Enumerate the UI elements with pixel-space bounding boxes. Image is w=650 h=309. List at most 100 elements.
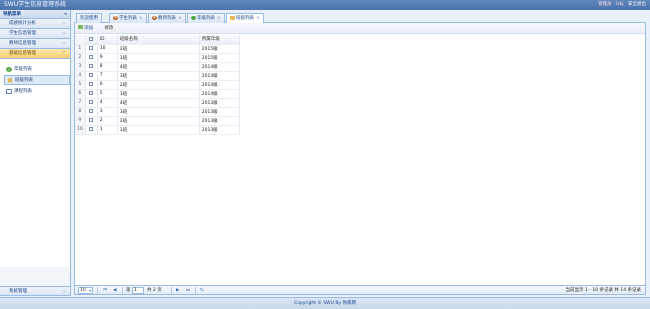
checkbox[interactable]: [89, 99, 94, 104]
close-icon[interactable]: ×: [178, 16, 182, 21]
row-number: 2: [75, 53, 86, 63]
close-icon[interactable]: ×: [256, 16, 260, 21]
row-checkbox[interactable]: [85, 62, 98, 72]
row-checkbox[interactable]: [85, 107, 98, 117]
checkbox[interactable]: [89, 45, 94, 50]
row-number: 4: [75, 71, 86, 81]
grid-toolbar: 添加 修改: [75, 23, 645, 34]
row-number: 7: [75, 98, 86, 108]
refresh-icon[interactable]: ↻: [200, 287, 204, 295]
add-button[interactable]: 添加: [78, 25, 93, 31]
select-all-checkbox[interactable]: [85, 35, 98, 45]
sidebar-section-basic[interactable]: 基础信息管理 ⌃: [0, 49, 70, 59]
column-header-id[interactable]: ID: [97, 35, 118, 45]
close-icon[interactable]: ×: [139, 16, 143, 21]
house-icon: [7, 77, 13, 83]
tab-teacher-list[interactable]: 教师列表 ×: [148, 13, 186, 23]
tab-welcome[interactable]: 欢迎使用: [76, 13, 102, 23]
column-header-grade[interactable]: 所属年级: [199, 35, 240, 45]
green-circle-icon: [191, 15, 196, 20]
next-page-icon[interactable]: ▶: [176, 287, 179, 295]
cell-class-name: 4班: [117, 62, 200, 72]
row-checkbox[interactable]: [85, 71, 98, 81]
sidebar-item-grade-list[interactable]: 年级列表: [4, 64, 70, 74]
collapse-sidebar-icon[interactable]: «: [64, 10, 67, 19]
cell-id: 3: [97, 107, 118, 117]
cell-grade: 2014级: [199, 62, 240, 72]
cell-grade: 2013级: [199, 116, 240, 126]
checkbox[interactable]: [89, 126, 94, 131]
cell-id: 10: [97, 44, 118, 54]
row-checkbox[interactable]: [85, 53, 98, 63]
edit-button[interactable]: 修改: [104, 26, 113, 31]
cell-id: 5: [97, 89, 118, 99]
cell-grade: 2015级: [199, 53, 240, 63]
sidebar-tree: 年级列表 班级列表 课程列表: [0, 59, 70, 267]
sidebar-item-class-list[interactable]: 班级列表: [4, 75, 70, 85]
sidebar-item-course-list[interactable]: 课程列表: [4, 86, 70, 96]
cell-id: 2: [97, 116, 118, 126]
row-number-header: [75, 35, 86, 45]
table-row[interactable]: 4 7 3班 2014级: [75, 71, 240, 81]
row-number: 6: [75, 89, 86, 99]
checkbox[interactable]: [89, 117, 94, 122]
page-number-input[interactable]: 1: [132, 287, 144, 294]
add-icon: [78, 25, 83, 29]
table-row[interactable]: 5 6 2班 2014级: [75, 80, 240, 90]
divider: [122, 287, 123, 294]
top-bar: SWU学生信息管理系统 管理员 lzkj 安全退出: [0, 0, 650, 10]
row-number: 8: [75, 107, 86, 117]
sidebar-section-score[interactable]: 成绩统计分析 ⌵: [0, 19, 70, 29]
row-checkbox[interactable]: [85, 80, 98, 90]
table-row[interactable]: 1 10 2班 2015级: [75, 44, 240, 54]
tab-grade-list[interactable]: 年级列表 ×: [187, 13, 225, 23]
checkbox[interactable]: [89, 81, 94, 86]
user-icon: [152, 15, 157, 20]
tab-student-list[interactable]: 学生列表 ×: [109, 13, 147, 23]
row-checkbox[interactable]: [85, 44, 98, 54]
cell-id: 1: [97, 125, 118, 135]
close-icon[interactable]: ×: [217, 16, 221, 21]
checkbox[interactable]: [89, 63, 94, 68]
cell-class-name: 1班: [117, 53, 200, 63]
sidebar-section-teacher[interactable]: 教师信息管理 ⌵: [0, 39, 70, 49]
table-row[interactable]: 8 3 3班 2013级: [75, 107, 240, 117]
row-checkbox[interactable]: [85, 89, 98, 99]
table-row[interactable]: 7 4 4班 2013级: [75, 98, 240, 108]
logout-link[interactable]: 安全退出: [628, 2, 646, 7]
page-prefix: 第: [126, 288, 131, 293]
table-row[interactable]: 9 2 2班 2013级: [75, 116, 240, 126]
last-page-icon[interactable]: ⏭: [186, 287, 190, 295]
checkbox[interactable]: [89, 90, 94, 95]
checkbox[interactable]: [89, 54, 94, 59]
divider: [195, 287, 196, 294]
sidebar-section-student[interactable]: 学生信息管理 ⌵: [0, 29, 70, 39]
cell-id: 8: [97, 62, 118, 72]
column-header-class-name[interactable]: 班级名称: [117, 35, 200, 45]
table-row[interactable]: 10 1 1班 2013级: [75, 125, 240, 135]
first-page-icon[interactable]: ⏮: [103, 287, 107, 295]
table-row[interactable]: 6 5 1班 2014级: [75, 89, 240, 99]
table-row[interactable]: 3 8 4班 2014级: [75, 62, 240, 72]
prev-page-icon[interactable]: ◀: [113, 287, 116, 295]
checkbox[interactable]: [89, 108, 94, 113]
row-checkbox[interactable]: [85, 116, 98, 126]
row-checkbox[interactable]: [85, 98, 98, 108]
green-circle-icon: [6, 66, 12, 72]
user-icon: [113, 15, 118, 20]
cell-class-name: 1班: [117, 125, 200, 135]
chevron-down-icon: ⌵: [62, 289, 66, 294]
sidebar-title: 导航菜单: [3, 12, 21, 17]
cell-grade: 2013级: [199, 98, 240, 108]
row-number: 1: [75, 44, 86, 54]
checkbox[interactable]: [89, 72, 94, 77]
cell-grade: 2014级: [199, 89, 240, 99]
cell-class-name: 3班: [117, 107, 200, 117]
row-checkbox[interactable]: [85, 125, 98, 135]
cell-grade: 2014级: [199, 80, 240, 90]
chevron-down-icon: ⌵: [62, 21, 66, 26]
table-row[interactable]: 2 9 1班 2015级: [75, 53, 240, 63]
page-info: 当前显示 1 - 10 条记录 共 14 条记录: [565, 288, 641, 293]
sidebar-section-system[interactable]: 系统管理 ⌵: [0, 286, 70, 296]
page-size-select[interactable]: 10 ▾: [78, 287, 93, 294]
